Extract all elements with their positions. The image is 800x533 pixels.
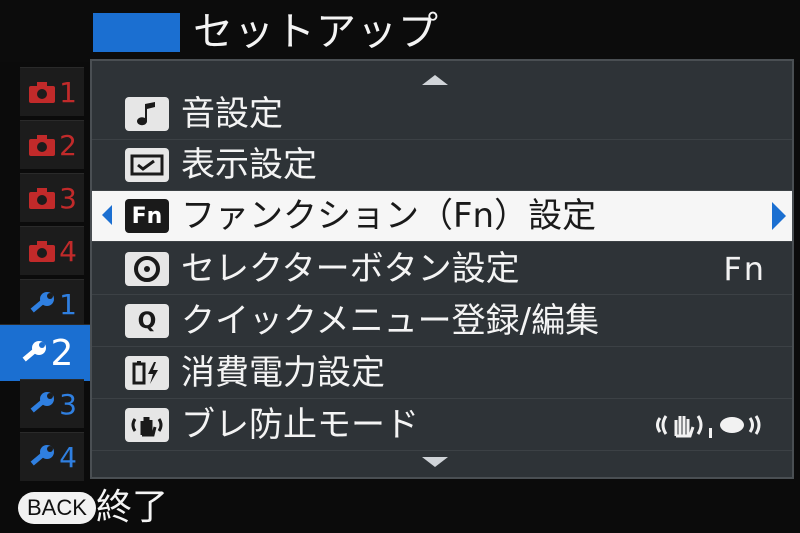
tab-number: 1 — [59, 75, 77, 109]
sidebar-tabs: 1 2 3 4 1 2 3 4 — [0, 62, 96, 482]
tab-setup-3[interactable]: 3 — [20, 379, 84, 428]
q-icon: Q — [125, 304, 169, 338]
chevron-right-icon — [772, 202, 786, 230]
tab-number: 3 — [59, 181, 77, 215]
tab-shooting-2[interactable]: 2 — [20, 120, 84, 169]
exit-label: 終了 — [96, 487, 169, 528]
menu-item-label: セレクターボタン設定 — [181, 249, 520, 289]
menu-item-label: 音設定 — [181, 94, 283, 134]
back-button[interactable]: BACK — [18, 492, 96, 524]
footer-bar: BACK 終了 — [0, 484, 800, 533]
setup-tab-marker — [93, 13, 180, 52]
tab-shooting-1[interactable]: 1 — [20, 67, 84, 116]
tab-number: 2 — [59, 128, 77, 162]
tab-setup-1[interactable]: 1 — [20, 279, 84, 328]
menu-item-label: ブレ防止モード — [181, 405, 419, 445]
menu-item-sound[interactable]: 音設定 — [92, 89, 792, 140]
page-title: セットアップ — [193, 9, 439, 55]
chevron-left-icon — [102, 205, 112, 225]
wrench-icon — [30, 445, 55, 466]
display-icon — [125, 148, 169, 182]
menu-item-quick-menu[interactable]: Q クイックメニュー登録/編集 — [92, 296, 792, 347]
menu-item-display[interactable]: 表示設定 — [92, 140, 792, 191]
menu-item-label: 表示設定 — [181, 145, 317, 185]
battery-icon — [125, 356, 169, 390]
camera-icon — [29, 82, 56, 103]
menu-item-image-stabilizer[interactable]: ブレ防止モード — [92, 400, 792, 451]
stabilizer-icon — [125, 408, 169, 442]
camera-icon — [29, 188, 56, 209]
header-bar: セットアップ — [0, 0, 800, 62]
tab-number: 2 — [50, 332, 74, 374]
camera-icon — [29, 135, 56, 156]
tab-shooting-3[interactable]: 3 — [20, 173, 84, 222]
dpad-icon — [125, 252, 169, 286]
menu-item-label: 消費電力設定 — [181, 353, 385, 393]
fn-icon: Fn — [125, 199, 169, 233]
wrench-icon — [30, 292, 55, 313]
tab-number: 4 — [59, 234, 77, 268]
tab-number: 3 — [59, 387, 77, 421]
menu-item-value: Fn — [723, 250, 766, 288]
menu-item-function-fn[interactable]: Fn ファンクション（Fn）設定 — [92, 191, 792, 242]
tab-number: 4 — [59, 440, 77, 474]
scroll-up-arrow-icon[interactable] — [422, 75, 448, 85]
wrench-icon — [30, 392, 55, 413]
menu-panel: 音設定 表示設定 Fn ファンクション（Fn）設定 セレクターボタン設定 Fn … — [90, 59, 794, 479]
menu-item-power-management[interactable]: 消費電力設定 — [92, 348, 792, 399]
menu-item-label: クイックメニュー登録/編集 — [181, 301, 600, 341]
camera-icon — [29, 241, 56, 262]
tab-number: 1 — [59, 287, 77, 321]
menu-item-selector-button[interactable]: セレクターボタン設定 Fn — [92, 244, 792, 295]
tab-setup-4[interactable]: 4 — [20, 432, 84, 481]
wrench-icon — [22, 341, 46, 362]
tab-shooting-4[interactable]: 4 — [20, 226, 84, 275]
menu-item-label: ファンクション（Fn）設定 — [181, 196, 597, 236]
tab-setup-2[interactable]: 2 — [0, 324, 92, 381]
scroll-down-arrow-icon[interactable] — [422, 457, 448, 467]
stabilizer-continuous-icon — [656, 415, 761, 438]
music-note-icon — [125, 97, 169, 131]
